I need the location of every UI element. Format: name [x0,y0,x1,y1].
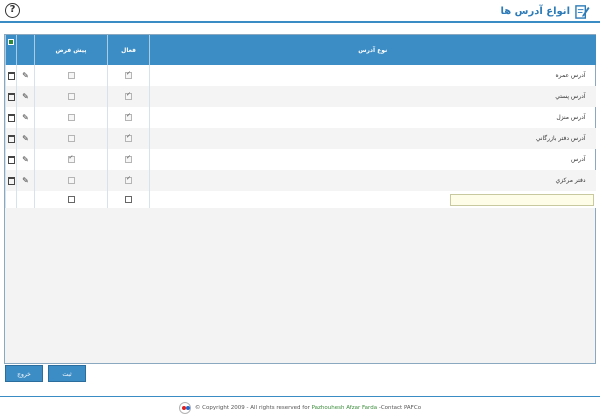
address-types-table: پیش فرض فعال نوع آدرس ✎ آدرس عمره ✎ آدرس پس… [5,35,596,208]
main-panel: پیش فرض فعال نوع آدرس ✎ آدرس عمره ✎ آدرس پس… [4,34,596,364]
header-edit-cell [16,35,35,65]
header-divider [0,21,600,23]
edit-cell: ✎ [16,170,35,191]
column-header-active[interactable]: فعال [107,35,150,65]
default-checkbox[interactable] [67,177,75,184]
delete-cell [5,170,17,191]
default-checkbox[interactable] [67,135,75,142]
pencil-icon[interactable]: ✎ [22,92,29,101]
default-checkbox[interactable] [67,72,75,79]
address-type-cell: دفتر مرکزي [149,170,596,191]
company-link[interactable]: Pazhouhesh Afzar Farda [312,405,377,411]
table-row: ✎ آدرس پستي [5,86,596,107]
address-type-cell: آدرس [149,149,596,170]
active-cell [107,65,150,86]
header-toolbar-cell [5,35,17,65]
page: ? انواع آدرس ها پیش فرض فعال نوع آدرس ✎ … [0,0,600,419]
edit-cell: ✎ [16,149,35,170]
new-row-blank [5,191,17,208]
footer: © Copyright 2009 - All rights reserved f… [0,401,600,415]
exit-button[interactable]: خروج [5,365,43,382]
delete-cell [5,86,17,107]
trash-icon[interactable] [7,113,15,122]
active-checkbox[interactable] [125,70,132,79]
new-default-cell [34,191,108,208]
page-title-wrap: انواع آدرس ها [501,3,590,19]
edit-cell: ✎ [16,107,35,128]
contact-link[interactable]: -Contact PAFCo [379,405,421,411]
default-cell [34,65,108,86]
active-cell [107,128,150,149]
edit-cell: ✎ [16,128,35,149]
new-row [5,191,596,208]
new-active-cell [107,191,150,208]
delete-cell [5,128,17,149]
column-header-type[interactable]: نوع آدرس [149,35,596,65]
pencil-icon[interactable]: ✎ [22,176,29,185]
pencil-icon[interactable]: ✎ [22,113,29,122]
address-type-cell: آدرس عمره [149,65,596,86]
default-cell [34,128,108,149]
save-button[interactable]: ثبت [48,365,86,382]
active-checkbox[interactable] [125,175,132,184]
new-address-type-input[interactable] [449,193,594,206]
edit-cell: ✎ [16,86,35,107]
copyright-text: © Copyright 2009 - All rights reserved f… [194,405,310,411]
address-type-cell: آدرس پستي [149,86,596,107]
table-header-row: پیش فرض فعال نوع آدرس [5,35,596,65]
default-checkbox[interactable] [67,154,75,163]
company-logo [178,402,191,414]
default-cell [34,86,108,107]
delete-cell [5,107,17,128]
pencil-icon[interactable]: ✎ [22,155,29,164]
table-row: ✎ آدرس [5,149,596,170]
address-type-cell: آدرس منزل [149,107,596,128]
excel-export-icon[interactable] [8,39,14,45]
edit-cell: ✎ [16,65,35,86]
new-type-cell [149,191,596,208]
new-row-blank [16,191,35,208]
new-default-checkbox[interactable] [67,196,75,203]
trash-icon[interactable] [7,176,15,185]
default-checkbox[interactable] [67,114,75,121]
default-cell [34,107,108,128]
column-header-default[interactable]: پیش فرض [34,35,108,65]
active-cell [107,170,150,191]
help-icon[interactable]: ? [5,3,20,18]
active-cell [107,107,150,128]
active-checkbox[interactable] [125,154,132,163]
active-checkbox[interactable] [125,133,132,142]
delete-cell [5,149,17,170]
default-cell [34,170,108,191]
delete-cell [5,65,17,86]
active-checkbox[interactable] [125,112,132,121]
address-type-cell: آدرس دفتر بازرگاني [149,128,596,149]
pencil-icon[interactable]: ✎ [22,134,29,143]
edit-document-icon [575,4,590,19]
table-row: ✎ آدرس دفتر بازرگاني [5,128,596,149]
footer-copyright: © Copyright 2009 - All rights reserved f… [195,405,421,411]
grid-area: پیش فرض فعال نوع آدرس ✎ آدرس عمره ✎ آدرس پس… [5,35,596,208]
default-cell [34,149,108,170]
pencil-icon[interactable]: ✎ [22,71,29,80]
trash-icon[interactable] [7,155,15,164]
table-row: ✎ آدرس منزل [5,107,596,128]
active-cell [107,149,150,170]
active-cell [107,86,150,107]
trash-icon[interactable] [7,92,15,101]
trash-icon[interactable] [7,71,15,80]
default-checkbox[interactable] [67,93,75,100]
active-checkbox[interactable] [125,91,132,100]
footer-divider [0,396,600,397]
header: ? انواع آدرس ها [0,0,600,22]
table-row: ✎ آدرس عمره [5,65,596,86]
page-title: انواع آدرس ها [500,5,570,17]
table-row: ✎ دفتر مرکزي [5,170,596,191]
trash-icon[interactable] [7,134,15,143]
new-active-checkbox[interactable] [125,196,132,203]
